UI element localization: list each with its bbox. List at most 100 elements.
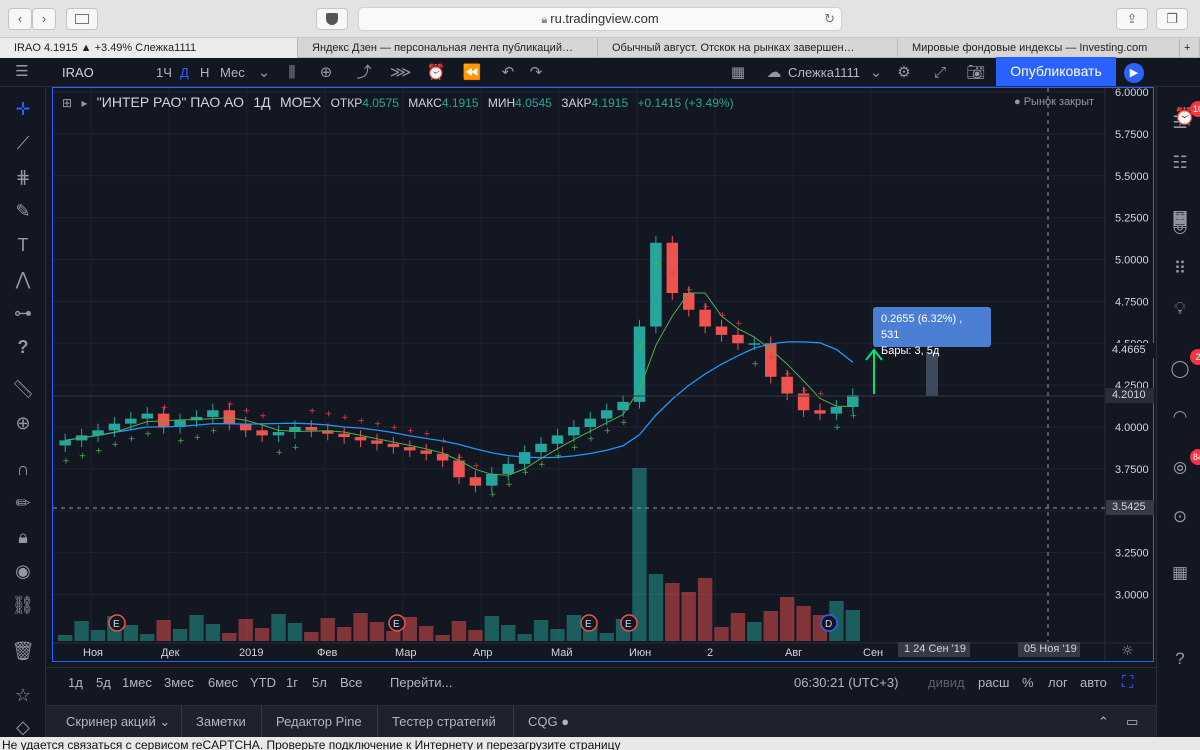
interval-month[interactable]: Мес xyxy=(220,58,245,87)
symbol-search[interactable]: IRAO xyxy=(62,58,94,87)
new-tab-button[interactable]: + xyxy=(1180,38,1200,58)
link-icon[interactable]: ⛓ xyxy=(10,593,36,617)
layout-name[interactable]: Слежка1111 xyxy=(788,58,860,87)
range-5y[interactable]: 5л xyxy=(312,668,327,698)
pattern-icon[interactable]: ⋀ xyxy=(10,267,36,291)
zoom-icon[interactable]: ⊕ xyxy=(10,411,36,435)
grid-dots-icon[interactable]: ⠿ xyxy=(1168,257,1192,281)
chats-icon[interactable]: ⦾ 84 xyxy=(1168,449,1200,481)
fullscreen-icon[interactable]: ⛶ xyxy=(1122,668,1133,698)
templates-icon[interactable]: ⋙ xyxy=(390,63,411,83)
tab-cqg[interactable]: CQG ● xyxy=(516,706,580,738)
tab-notes[interactable]: Заметки xyxy=(184,706,262,738)
camera-icon[interactable]: 📷︎ xyxy=(966,63,986,83)
layout-grid-icon[interactable]: ▦ xyxy=(728,63,748,83)
crosshair-icon[interactable]: ✛ xyxy=(10,97,36,121)
trash-icon[interactable]: 🗑︎ xyxy=(10,639,36,663)
forward-button[interactable]: › xyxy=(32,8,56,30)
tab-screener[interactable]: Скринер акций ⌄ xyxy=(54,706,182,738)
compare-icon[interactable]: ⊕ xyxy=(316,63,336,83)
fullscreen-icon[interactable]: ⤢ xyxy=(930,63,950,83)
data-window-icon[interactable]: ☷ xyxy=(1168,151,1192,175)
scale-dividends[interactable]: дивид xyxy=(928,668,965,698)
chats-badge: 84 xyxy=(1190,449,1200,465)
trendline-icon[interactable]: ⟋ xyxy=(10,131,36,155)
range-3m[interactable]: 3мес xyxy=(164,668,194,698)
reload-icon[interactable]: ↻ xyxy=(824,8,835,30)
help-icon[interactable]: ? xyxy=(1168,647,1192,671)
tab-pine-editor[interactable]: Редактор Pine xyxy=(264,706,378,738)
collapse-icon[interactable]: ⌃ xyxy=(1086,706,1109,738)
undo-icon[interactable]: ↶ xyxy=(498,63,518,83)
ideas-icon[interactable]: ◯ 2 xyxy=(1168,349,1200,381)
share-button[interactable]: ⇪ xyxy=(1116,8,1148,30)
chevron-down-icon[interactable]: ⌄ xyxy=(866,63,886,83)
broadcast-icon[interactable]: ⊙ xyxy=(1168,505,1192,529)
sar-mark: + xyxy=(751,359,759,369)
menu-icon[interactable]: ☰ xyxy=(12,62,32,82)
address-bar[interactable]: 🔒︎ ru.tradingview.com ↻ xyxy=(358,7,842,31)
chevron-down-icon[interactable]: ⌄ xyxy=(254,63,274,83)
candle-body xyxy=(666,242,679,293)
volume-bar xyxy=(353,613,368,641)
event-label: E xyxy=(625,619,632,630)
tabs-overview-button[interactable]: ❐ xyxy=(1156,8,1188,30)
play-icon[interactable]: ▶ xyxy=(1124,63,1144,83)
tab-strategy-tester[interactable]: Тестер стратегий xyxy=(380,706,514,738)
layers-icon[interactable]: ◇ xyxy=(10,715,36,739)
alerts-icon[interactable]: ⏰ 10 xyxy=(1168,101,1200,129)
text-icon[interactable]: T xyxy=(10,233,36,257)
interval-1h[interactable]: 1Ч xyxy=(156,58,172,87)
back-button[interactable]: ‹ xyxy=(8,8,32,30)
goto-date[interactable]: Перейти... xyxy=(390,668,452,698)
range-ytd[interactable]: YTD xyxy=(250,668,276,698)
publish-button[interactable]: Опубликовать xyxy=(996,57,1116,86)
legend-arrow-icon[interactable]: ▸ xyxy=(81,96,87,110)
scale-auto[interactable]: авто xyxy=(1080,668,1107,698)
sar-mark: + xyxy=(226,400,234,410)
brush-icon[interactable]: ✎ xyxy=(10,199,36,223)
sidebar-toggle-button[interactable] xyxy=(66,8,98,30)
browser-tab[interactable]: Мировые фондовые индексы — Investing.com xyxy=(898,38,1180,58)
clock[interactable]: 06:30:21 (UTC+3) xyxy=(794,668,898,698)
replay-icon[interactable]: ⏪ xyxy=(462,63,482,83)
lock-drawing-icon[interactable]: ✏ xyxy=(10,491,36,515)
magnet-icon[interactable]: ∩ xyxy=(10,457,36,481)
gear-icon[interactable]: ⚙ xyxy=(894,63,914,83)
lock-icon[interactable]: 🔒︎ xyxy=(10,525,36,549)
range-1m[interactable]: 1мес xyxy=(122,668,152,698)
browser-tab[interactable]: Обычный август. Отскок на рынках заверше… xyxy=(598,38,898,58)
calendar-icon-3[interactable]: ▦ xyxy=(1168,561,1192,585)
indicators-icon[interactable]: ⤴ xyxy=(354,63,374,83)
interval-week[interactable]: Н xyxy=(200,58,209,87)
scale-percent[interactable]: % xyxy=(1022,668,1034,698)
volume-bar xyxy=(468,630,483,641)
browser-tab[interactable]: Яндекс Дзен — персональная лента публика… xyxy=(298,38,598,58)
prediction-icon[interactable]: ⊶ xyxy=(10,301,36,325)
range-6m[interactable]: 6мес xyxy=(208,668,238,698)
fib-icon[interactable]: ⋕ xyxy=(10,165,36,189)
target-icon[interactable]: ◎ xyxy=(1168,215,1192,239)
maximize-icon[interactable]: ▭ xyxy=(1114,706,1138,738)
help-icon[interactable]: ? xyxy=(10,335,36,359)
candles-icon[interactable]: ⫼ xyxy=(282,63,302,83)
browser-tab[interactable]: IRAO 4.1915 ▲ +3.49% Слежка1111 xyxy=(0,38,298,58)
range-1d[interactable]: 1д xyxy=(68,668,83,698)
scale-log[interactable]: лог xyxy=(1048,668,1068,698)
interval-day[interactable]: Д xyxy=(180,58,189,87)
scale-extended[interactable]: расш xyxy=(978,668,1009,698)
eye-icon[interactable]: ◉ xyxy=(10,559,36,583)
legend-options-icon[interactable]: ⊞ xyxy=(62,96,72,110)
star-icon[interactable]: ☆ xyxy=(10,683,36,707)
streams-icon[interactable]: ◠ xyxy=(1168,405,1192,429)
shield-icon xyxy=(326,13,338,25)
price-chart[interactable]: 6.00005.75005.50005.25005.00004.75004.50… xyxy=(53,88,1153,661)
redo-icon[interactable]: ↷ xyxy=(526,63,546,83)
lightbulb-icon[interactable]: 💡︎ xyxy=(1168,297,1192,321)
range-1y[interactable]: 1г xyxy=(286,668,298,698)
alert-icon[interactable]: ⏰ xyxy=(426,63,446,83)
range-all[interactable]: Все xyxy=(340,668,362,698)
ruler-icon[interactable]: 📏︎ xyxy=(10,377,36,401)
privacy-button[interactable] xyxy=(316,8,348,30)
range-5d[interactable]: 5д xyxy=(96,668,111,698)
